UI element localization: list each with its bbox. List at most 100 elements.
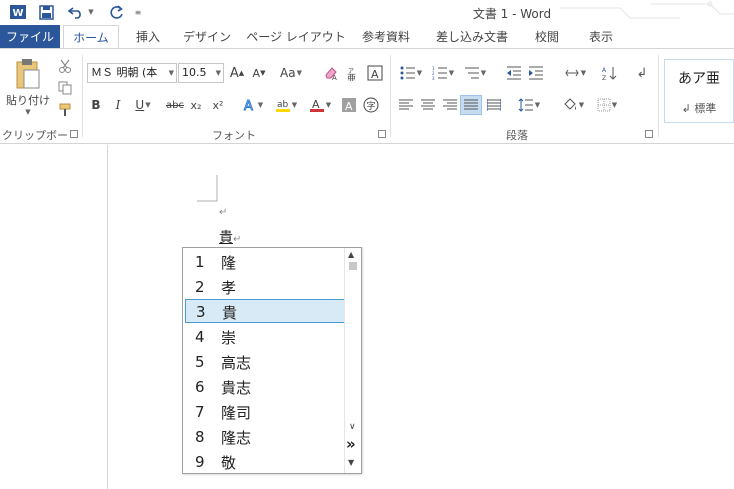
tab-review[interactable]: 校閲 <box>524 25 570 49</box>
decrease-indent-icon[interactable] <box>504 63 524 83</box>
font-size-combo[interactable]: 10.5 ▼ <box>178 63 224 83</box>
composition-text[interactable]: 貴↵ <box>219 227 241 247</box>
multilevel-list-button[interactable]: ▼ <box>460 63 490 83</box>
scroll-track-arrow-icon[interactable]: ∨ <box>349 422 356 432</box>
change-case-label: Aa <box>280 66 296 80</box>
candidate-number: 6 <box>195 378 205 396</box>
paragraph-launcher-icon[interactable] <box>645 130 653 138</box>
character-border-icon[interactable]: A <box>366 63 384 83</box>
candidate-number: 7 <box>195 403 205 421</box>
candidate-scrollbar[interactable]: ▲ ∨ » ▼ <box>344 248 361 473</box>
show-hide-marks-icon[interactable]: ↲ <box>632 63 652 83</box>
style-normal[interactable]: あア亜 ↲ 標準 <box>664 59 734 123</box>
copy-icon[interactable] <box>56 79 74 97</box>
italic-button[interactable]: I <box>110 95 126 115</box>
composed-text: 貴 <box>219 230 233 246</box>
clipboard-launcher-icon[interactable] <box>70 130 78 138</box>
line-spacing-button[interactable]: ▼ <box>514 95 544 115</box>
tab-view[interactable]: 表示 <box>578 25 624 49</box>
phonetic-guide-icon[interactable]: ア亜 <box>344 63 362 83</box>
tab-design[interactable]: デザイン <box>178 25 236 49</box>
svg-text:A: A <box>332 74 337 81</box>
chevron-down-icon[interactable]: ▼ <box>169 64 174 82</box>
paste-button[interactable] <box>6 55 50 93</box>
svg-text:ab: ab <box>277 100 289 110</box>
tab-insert[interactable]: 挿入 <box>126 25 170 49</box>
font-launcher-icon[interactable] <box>378 130 386 138</box>
increase-indent-icon[interactable] <box>526 63 546 83</box>
candidate-word: 敬 <box>221 454 237 472</box>
paste-dropdown-icon[interactable]: ▼ <box>22 107 34 117</box>
style-name-label: 標準 <box>694 102 717 115</box>
paste-label[interactable]: 貼り付け <box>2 93 54 107</box>
text-direction-button[interactable]: ▼ <box>560 63 590 83</box>
font-size-value: 10.5 <box>182 66 207 79</box>
font-color-button[interactable]: A ▼ <box>306 95 334 115</box>
candidate-item[interactable]: 1 隆 <box>185 250 345 274</box>
ime-candidate-list[interactable]: 1 隆 2 孝 3 貴 4 崇 5 高志 6 貴志 7 隆司 8 隆志 9 敬 <box>182 247 362 474</box>
svg-text:A: A <box>371 68 379 81</box>
enclose-characters-icon[interactable]: 字 <box>362 95 380 115</box>
align-center-icon[interactable] <box>418 95 438 115</box>
candidate-item[interactable]: 9 敬 <box>185 450 345 474</box>
tab-references[interactable]: 参考資料 <box>354 25 418 49</box>
candidate-item[interactable]: 7 隆司 <box>185 400 345 424</box>
chevron-down-icon[interactable]: ▼ <box>216 64 221 82</box>
candidate-number: 8 <box>195 428 205 446</box>
style-name: ↲ 標準 <box>681 102 717 115</box>
subscript-button[interactable]: x₂ <box>188 95 204 115</box>
candidate-item[interactable]: 6 貴志 <box>185 375 345 399</box>
strikethrough-button[interactable]: abc <box>164 95 186 115</box>
borders-button[interactable]: ▼ <box>592 95 622 115</box>
clear-formatting-icon[interactable]: A <box>322 63 340 83</box>
change-case-button[interactable]: Aa ▼ <box>276 63 306 83</box>
scroll-down-icon[interactable]: ▼ <box>348 458 354 467</box>
shading-button[interactable]: ▼ <box>558 95 588 115</box>
tab-file[interactable]: ファイル <box>0 25 60 49</box>
scroll-up-icon[interactable]: ▲ <box>348 250 354 259</box>
format-painter-icon[interactable] <box>56 101 74 119</box>
candidate-number: 2 <box>195 278 205 296</box>
candidate-word: 隆司 <box>221 404 252 422</box>
grow-font-button[interactable]: A ▲ <box>228 63 246 83</box>
character-shading-icon[interactable]: A <box>340 95 358 115</box>
candidate-item-selected[interactable]: 3 貴 <box>185 299 345 323</box>
title-bar: W ▼ ≡ 文書 1 - Word <box>0 0 734 25</box>
text-effects-icon: A <box>243 99 253 114</box>
bold-button[interactable]: B <box>88 95 104 115</box>
superscript-button[interactable]: x² <box>210 95 226 115</box>
paragraph-group-label: 段落 <box>506 129 528 142</box>
font-name-combo[interactable]: ＭＳ 明朝 (本 ▼ <box>87 63 177 83</box>
style-preview: あア亜 <box>678 71 720 87</box>
candidate-item[interactable]: 8 隆志 <box>185 425 345 449</box>
underline-button[interactable]: U ▼ <box>132 95 154 115</box>
candidate-item[interactable]: 4 崇 <box>185 325 345 349</box>
underline-label: U <box>135 98 145 112</box>
tab-mailings[interactable]: 差し込み文書 <box>428 25 516 49</box>
font-color-icon: A <box>309 98 324 112</box>
candidate-item[interactable]: 5 高志 <box>185 350 345 374</box>
bullets-button[interactable]: ▼ <box>396 63 426 83</box>
svg-text:3: 3 <box>432 76 435 80</box>
tab-home[interactable]: ホーム <box>63 25 119 49</box>
highlighter-icon: ab <box>275 100 290 112</box>
scroll-thumb[interactable] <box>349 262 357 270</box>
cut-icon[interactable] <box>56 57 74 75</box>
numbering-button[interactable]: 1 2 3 ▼ <box>428 63 458 83</box>
paint-bucket-icon <box>564 98 576 110</box>
align-right-icon[interactable] <box>440 95 460 115</box>
tab-page-layout[interactable]: ページ レイアウト <box>244 25 348 49</box>
font-group-label: フォント <box>212 129 256 142</box>
separator <box>82 55 83 137</box>
align-left-icon[interactable] <box>396 95 416 115</box>
expand-candidates-icon[interactable]: » <box>346 435 356 453</box>
candidate-number: 1 <box>195 253 205 271</box>
candidate-item[interactable]: 2 孝 <box>185 275 345 299</box>
justify-icon[interactable] <box>460 95 482 115</box>
shrink-font-button[interactable]: A ▼ <box>250 63 268 83</box>
text-effects-button[interactable]: A ▼ <box>240 95 266 115</box>
distributed-icon[interactable] <box>484 95 504 115</box>
highlight-color-button[interactable]: ab ▼ <box>272 95 300 115</box>
ribbon-tabs: ファイル ホーム 挿入 デザイン ページ レイアウト 参考資料 差し込み文書 校… <box>0 25 734 49</box>
sort-icon[interactable]: AZ <box>598 63 620 83</box>
